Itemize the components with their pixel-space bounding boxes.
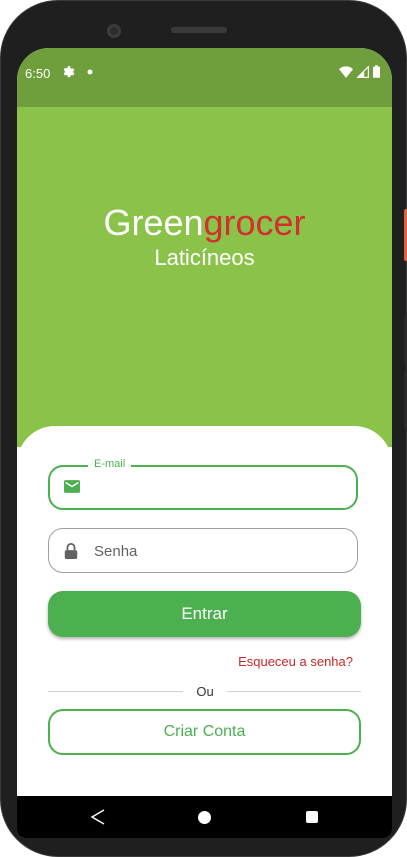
gear-icon	[61, 65, 75, 82]
password-placeholder: Senha	[94, 543, 138, 560]
notification-dot-icon	[87, 64, 93, 78]
signal-icon	[356, 65, 369, 83]
divider-text: Ou	[196, 684, 214, 699]
brand-green-text: Green	[103, 202, 204, 243]
email-field[interactable]: E-mail	[48, 458, 358, 510]
navigation-bar	[17, 796, 392, 838]
email-field-label: E-mail	[88, 458, 132, 470]
brand-grocer-text: grocer	[203, 202, 306, 243]
battery-icon	[373, 65, 380, 83]
recent-apps-icon[interactable]	[306, 811, 318, 823]
app-logo-text: Greengrocer	[17, 203, 392, 243]
password-field[interactable]: Senha	[48, 528, 358, 573]
app-screen: 6:50 Greengrocer Laticíneos E-mail Senha…	[17, 48, 392, 838]
status-time: 6:50	[25, 66, 51, 81]
lock-icon	[64, 543, 78, 564]
login-button[interactable]: Entrar	[48, 591, 361, 637]
home-icon[interactable]	[198, 811, 211, 824]
status-bar: 6:50	[17, 48, 392, 107]
divider-right	[227, 691, 361, 692]
email-icon	[64, 480, 80, 498]
hero-banner	[17, 107, 392, 447]
forgot-password-link[interactable]: Esqueceu a senha?	[238, 654, 353, 669]
create-account-button[interactable]: Criar Conta	[48, 709, 361, 755]
brand-subtitle: Laticíneos	[154, 245, 255, 270]
front-camera	[107, 24, 121, 38]
divider-left	[48, 691, 183, 692]
phone-frame: 6:50 Greengrocer Laticíneos E-mail Senha…	[0, 0, 407, 857]
status-icons	[339, 65, 380, 83]
wifi-icon	[339, 65, 353, 83]
earpiece-speaker	[171, 27, 227, 33]
back-icon[interactable]	[90, 809, 105, 830]
